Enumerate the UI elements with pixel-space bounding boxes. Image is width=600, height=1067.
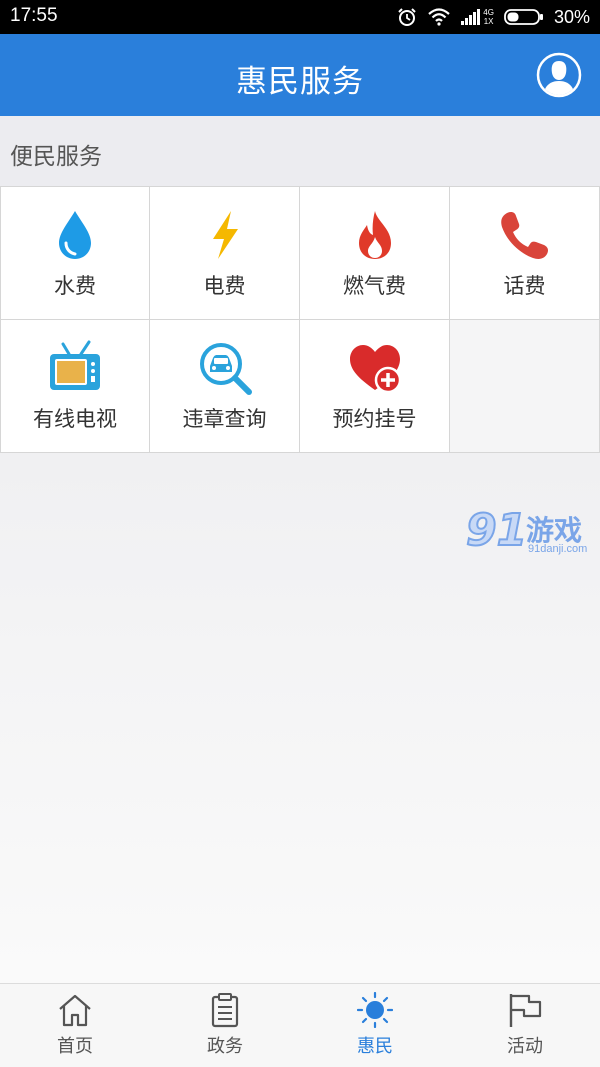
battery-icon [504, 9, 543, 25]
service-water[interactable]: 水费 [0, 187, 150, 320]
user-avatar-icon[interactable] [536, 52, 582, 98]
section-header: 便民服务 [0, 116, 600, 186]
signal-icon [461, 9, 481, 25]
service-label: 预约挂号 [332, 407, 417, 431]
tv-icon [50, 340, 100, 390]
phone-icon [500, 212, 548, 259]
service-cable-tv[interactable]: 有线电视 [0, 320, 150, 453]
tab-label: 首页 [57, 1036, 93, 1057]
water-drop-icon [59, 211, 91, 259]
app-header: 惠民服务 [0, 34, 600, 116]
service-violation-query[interactable]: 违章查询 [150, 320, 300, 453]
service-electricity[interactable]: 电费 [150, 187, 300, 320]
tab-government[interactable]: 政务 [150, 984, 300, 1067]
clipboard-icon [211, 993, 239, 1028]
heart-plus-icon [349, 345, 401, 394]
flame-icon [358, 211, 391, 259]
tab-label: 政务 [207, 1036, 243, 1057]
lightning-icon [212, 211, 238, 259]
tab-benefits[interactable]: 惠民 [300, 984, 450, 1067]
network-type: 4G 1X [483, 8, 494, 26]
tab-label: 惠民 [357, 1036, 393, 1057]
flag-icon [509, 994, 542, 1027]
watermark-number: 91 [465, 504, 528, 557]
service-label: 燃气费 [343, 274, 406, 298]
tab-activities[interactable]: 活动 [450, 984, 600, 1067]
service-label: 有线电视 [33, 407, 117, 431]
service-gas[interactable]: 燃气费 [300, 187, 450, 320]
service-label: 水费 [54, 274, 96, 298]
watermark-url: 91danji.com [528, 543, 588, 555]
status-time: 17:55 [10, 5, 58, 26]
tab-label: 活动 [507, 1036, 543, 1057]
service-grid: 水费 电费 燃气费 话费 有线电视 违章查询 预约挂号 [0, 186, 600, 453]
home-icon [59, 994, 91, 1027]
network-type-top: 4G [483, 8, 494, 17]
service-phone[interactable]: 话费 [450, 187, 600, 320]
status-icons: 4G 1X 30% [397, 4, 590, 30]
service-label: 电费 [203, 274, 246, 298]
section-title: 便民服务 [10, 144, 102, 170]
network-type-bottom: 1X [483, 17, 494, 26]
tab-home[interactable]: 首页 [0, 984, 150, 1067]
bottom-tab-bar: 首页 政务 惠民 活动 [0, 983, 600, 1067]
battery-percent: 30% [553, 6, 590, 27]
wifi-icon [428, 8, 451, 26]
watermark-logo: 91 游戏 91danji.com [465, 504, 598, 565]
service-label: 话费 [503, 274, 546, 298]
alarm-icon [398, 8, 417, 26]
sun-icon [357, 992, 393, 1028]
service-appointment[interactable]: 预约挂号 [300, 320, 450, 453]
service-label: 违章查询 [182, 407, 267, 431]
empty-cell [450, 320, 600, 453]
status-bar: 17:55 4G 1X 30% [0, 0, 600, 34]
car-search-icon [199, 343, 252, 395]
page-title: 惠民服务 [236, 64, 364, 100]
